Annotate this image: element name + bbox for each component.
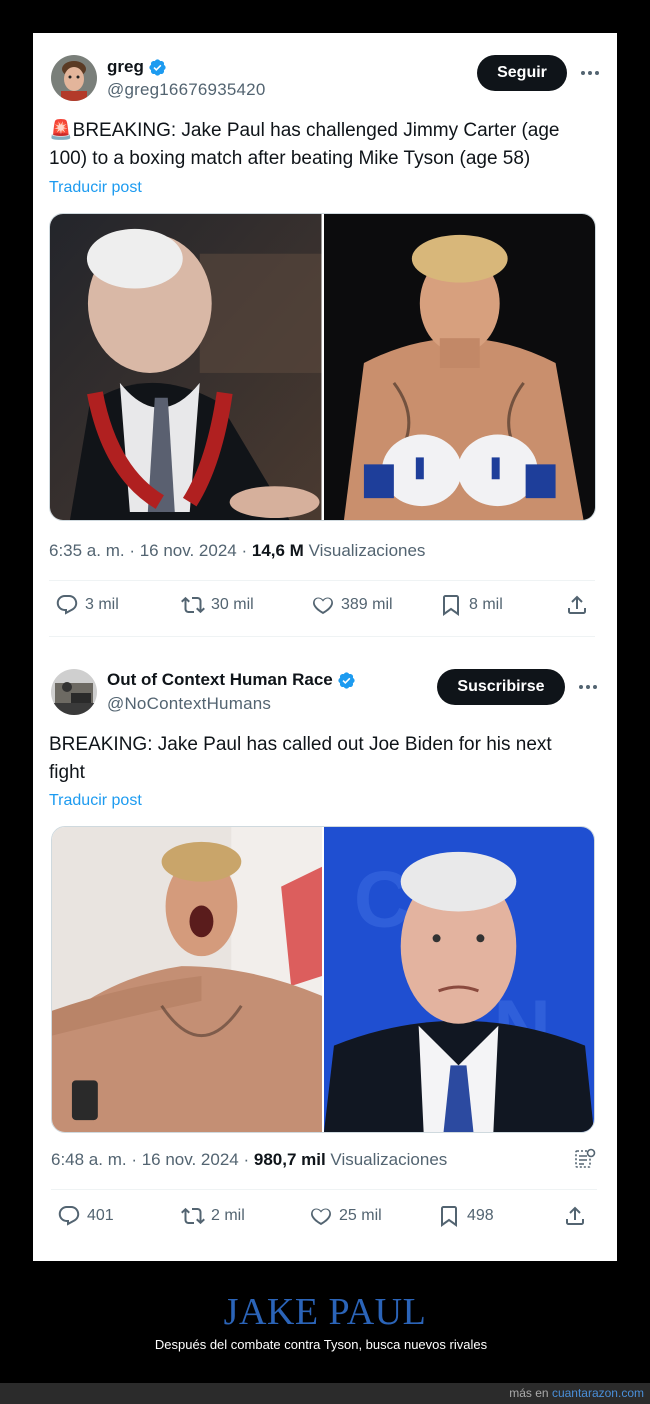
verified-badge-icon bbox=[149, 58, 166, 76]
avatar[interactable] bbox=[51, 55, 97, 101]
like-count: 389 mil bbox=[341, 596, 393, 613]
post-frame: greg @greg16676935420 Seguir 🚨BREAKING: … bbox=[33, 33, 617, 1261]
retweet-count: 2 mil bbox=[211, 1207, 245, 1224]
site-link[interactable]: cuantarazon.com bbox=[552, 1386, 644, 1400]
heart-icon bbox=[311, 1208, 331, 1226]
avatar[interactable] bbox=[51, 669, 97, 715]
action-bar: 401 2 mil 25 mil 498 bbox=[51, 1204, 597, 1240]
photo-joe-biden[interactable]: C N bbox=[324, 827, 594, 1132]
footer-prefix: más en bbox=[509, 1386, 552, 1400]
bookmark-count: 8 mil bbox=[469, 596, 503, 613]
tweet-separator bbox=[49, 636, 595, 637]
translate-link[interactable]: Traducir post bbox=[49, 179, 142, 197]
tweet-greg: greg @greg16676935420 Seguir 🚨BREAKING: … bbox=[33, 33, 611, 633]
like-button[interactable]: 25 mil bbox=[309, 1204, 382, 1228]
reply-button[interactable]: 3 mil bbox=[55, 593, 119, 617]
tweet-media[interactable] bbox=[49, 213, 596, 521]
bookmark-button[interactable]: 8 mil bbox=[439, 593, 503, 617]
like-button[interactable]: 389 mil bbox=[311, 593, 393, 617]
share-button[interactable] bbox=[563, 1204, 587, 1228]
more-icon[interactable] bbox=[576, 675, 600, 699]
footer-text: más en cuantarazon.com bbox=[509, 1386, 644, 1400]
views-count: 14,6 M bbox=[251, 541, 304, 560]
retweet-icon bbox=[181, 1207, 205, 1225]
bookmark-icon bbox=[443, 595, 459, 616]
bookmark-button[interactable]: 498 bbox=[437, 1204, 494, 1228]
reply-icon bbox=[58, 1206, 80, 1226]
timestamp[interactable]: 6:35 a. m. · 16 nov. 2024 · bbox=[49, 541, 252, 560]
retweet-count: 30 mil bbox=[211, 596, 254, 613]
divider bbox=[49, 580, 595, 581]
verified-badge-icon bbox=[338, 671, 355, 689]
retweet-icon bbox=[181, 596, 205, 614]
author-handle[interactable]: @greg16676935420 bbox=[107, 80, 265, 100]
footer-bar: más en cuantarazon.com bbox=[0, 1383, 650, 1404]
divider bbox=[51, 1189, 597, 1190]
like-count: 25 mil bbox=[339, 1207, 382, 1224]
author-name[interactable]: Out of Context Human Race bbox=[107, 670, 333, 690]
caption-subtitle: Después del combate contra Tyson, busca … bbox=[154, 1337, 488, 1352]
share-button[interactable] bbox=[565, 593, 589, 617]
retweet-button[interactable]: 30 mil bbox=[181, 593, 254, 617]
views-label: Visualizaciones bbox=[303, 541, 426, 560]
caption-title: JAKE PAUL bbox=[223, 1291, 427, 1333]
bookmark-count: 498 bbox=[467, 1207, 494, 1224]
author-name[interactable]: greg bbox=[107, 57, 144, 77]
tweet-text: BREAKING: Jake Paul has called out Joe B… bbox=[49, 734, 552, 783]
grok-icon bbox=[575, 1148, 596, 1168]
photo-jimmy-carter[interactable] bbox=[50, 214, 322, 520]
author-handle[interactable]: @NoContextHumans bbox=[107, 694, 271, 714]
action-bar: 3 mil 30 mil 389 mil 8 mil bbox=[49, 593, 595, 629]
more-icon[interactable] bbox=[578, 61, 602, 85]
heart-icon bbox=[313, 597, 333, 615]
photo-jake-paul-gloves[interactable] bbox=[323, 214, 595, 520]
reply-icon bbox=[56, 595, 78, 615]
reply-count: 3 mil bbox=[85, 596, 119, 613]
retweet-button[interactable]: 2 mil bbox=[181, 1204, 245, 1228]
timestamp[interactable]: 6:48 a. m. · 16 nov. 2024 · bbox=[51, 1150, 254, 1169]
tweet-nocontext: Out of Context Human Race @NoContextHuma… bbox=[33, 645, 611, 1255]
share-icon bbox=[568, 595, 586, 614]
photo-jake-paul-shouting[interactable] bbox=[52, 827, 322, 1132]
reply-button[interactable]: 401 bbox=[57, 1204, 114, 1228]
views-count: 980,7 mil bbox=[253, 1150, 326, 1169]
subscribe-button[interactable]: Suscribirse bbox=[437, 669, 565, 705]
reply-count: 401 bbox=[87, 1207, 114, 1224]
tweet-text: 🚨BREAKING: Jake Paul has challenged Jimm… bbox=[49, 120, 560, 169]
views-label: Visualizaciones bbox=[325, 1150, 448, 1169]
tweet-meta: 6:35 a. m. · 16 nov. 2024 · 14,6 M Visua… bbox=[49, 541, 425, 561]
follow-button[interactable]: Seguir bbox=[477, 55, 567, 91]
tweet-media[interactable]: C N bbox=[51, 826, 595, 1133]
translate-link[interactable]: Traducir post bbox=[49, 792, 142, 810]
share-icon bbox=[566, 1206, 584, 1225]
tweet-meta: 6:48 a. m. · 16 nov. 2024 · 980,7 mil Vi… bbox=[51, 1150, 447, 1170]
bookmark-icon bbox=[441, 1206, 457, 1227]
grok-button[interactable] bbox=[573, 1147, 597, 1171]
